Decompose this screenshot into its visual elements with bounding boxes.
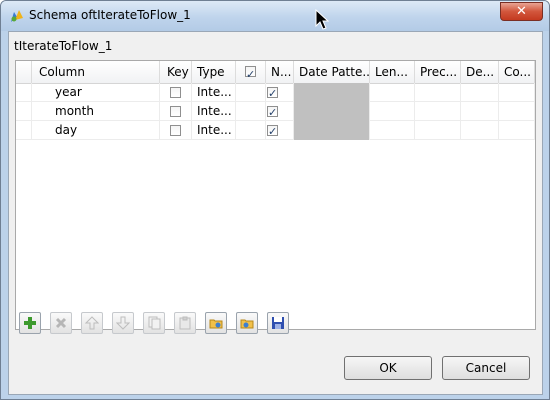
default-cell[interactable] (461, 121, 499, 140)
key-checkbox[interactable] (170, 87, 181, 98)
save-button[interactable] (267, 312, 289, 334)
length-cell[interactable] (370, 102, 415, 121)
column-header-comment[interactable]: Co... (499, 61, 535, 83)
table-row[interactable]: year Inte... (16, 83, 535, 102)
nullable-cell[interactable] (266, 83, 294, 102)
key-cell[interactable] (160, 102, 192, 121)
close-button[interactable]: ✕ (500, 2, 543, 21)
key-checkbox[interactable] (170, 125, 181, 136)
table-row[interactable]: month Inte... (16, 102, 535, 121)
column-header-length[interactable]: Len... (370, 61, 415, 83)
export-icon (240, 319, 254, 329)
export-button[interactable] (236, 312, 258, 334)
default-cell[interactable] (461, 83, 499, 102)
type-cell[interactable]: Inte... (192, 102, 236, 121)
row-header-cell (16, 61, 32, 83)
paste-icon (179, 316, 191, 330)
column-name-cell[interactable]: year (32, 83, 160, 102)
date-pattern-cell (294, 83, 370, 102)
key-cell[interactable] (160, 83, 192, 102)
precision-cell[interactable] (415, 121, 461, 140)
remove-icon (55, 317, 67, 329)
row-header-cell (16, 83, 32, 102)
date-pattern-cell (294, 102, 370, 121)
precision-cell[interactable] (415, 102, 461, 121)
window-title: Schema oftIterateToFlow_1 (29, 8, 191, 22)
key-checkbox[interactable] (170, 106, 181, 117)
ok-button[interactable]: OK (344, 356, 432, 380)
move-down-icon (116, 316, 130, 330)
move-up-button[interactable] (81, 312, 103, 334)
remove-row-button[interactable] (50, 312, 72, 334)
select-all-checkbox[interactable] (245, 64, 256, 83)
table-row[interactable]: day Inte... (16, 121, 535, 140)
select-cell (236, 83, 266, 102)
nullable-cell[interactable] (266, 121, 294, 140)
column-header-select-all[interactable] (236, 61, 266, 83)
paste-button[interactable] (174, 312, 196, 334)
length-cell[interactable] (370, 121, 415, 140)
comment-cell[interactable] (499, 102, 535, 121)
title-bar[interactable]: Schema oftIterateToFlow_1 ✕ (1, 1, 549, 31)
table-header: Column Key Type N... Date Patte... Len..… (16, 61, 535, 84)
nullable-cell[interactable] (266, 102, 294, 121)
column-header-date-pattern[interactable]: Date Patte... (294, 61, 370, 83)
column-header-nullable[interactable]: N... (266, 61, 294, 83)
move-down-button[interactable] (112, 312, 134, 334)
column-header-precision[interactable]: Prec... (415, 61, 461, 83)
dialog-content: tIterateToFlow_1 Column Key Type N... Da… (8, 31, 543, 395)
import-button[interactable] (205, 312, 227, 334)
select-cell (236, 102, 266, 121)
column-header-default[interactable]: De... (461, 61, 499, 83)
precision-cell[interactable] (415, 83, 461, 102)
copy-icon (148, 316, 161, 330)
comment-cell[interactable] (499, 121, 535, 140)
talend-app-icon (11, 10, 23, 22)
comment-cell[interactable] (499, 83, 535, 102)
close-icon: ✕ (516, 4, 527, 19)
move-up-icon (85, 316, 99, 330)
select-cell (236, 121, 266, 140)
key-cell[interactable] (160, 121, 192, 140)
add-row-button[interactable] (19, 312, 41, 334)
copy-button[interactable] (143, 312, 165, 334)
column-name-cell[interactable]: day (32, 121, 160, 140)
nullable-checkbox[interactable] (267, 85, 278, 102)
column-header-key[interactable]: Key (160, 61, 192, 83)
row-header-cell (16, 102, 32, 121)
column-header-type[interactable]: Type (192, 61, 236, 83)
schema-table[interactable]: Column Key Type N... Date Patte... Len..… (15, 60, 536, 330)
column-header-column[interactable]: Column (32, 61, 160, 83)
save-icon (272, 317, 284, 329)
nullable-checkbox[interactable] (267, 123, 278, 140)
column-name-cell[interactable]: month (32, 102, 160, 121)
default-cell[interactable] (461, 102, 499, 121)
nullable-checkbox[interactable] (267, 104, 278, 121)
row-header-cell (16, 121, 32, 140)
length-cell[interactable] (370, 83, 415, 102)
add-icon (24, 317, 36, 329)
type-cell[interactable]: Inte... (192, 83, 236, 102)
mouse-pointer-icon (315, 9, 329, 30)
type-cell[interactable]: Inte... (192, 121, 236, 140)
import-icon (209, 319, 223, 329)
date-pattern-cell (294, 121, 370, 140)
schema-dialog-window: Schema oftIterateToFlow_1 ✕ tIterateToFl… (0, 0, 550, 400)
component-label: tIterateToFlow_1 (14, 39, 113, 53)
cancel-button[interactable]: Cancel (442, 356, 530, 380)
